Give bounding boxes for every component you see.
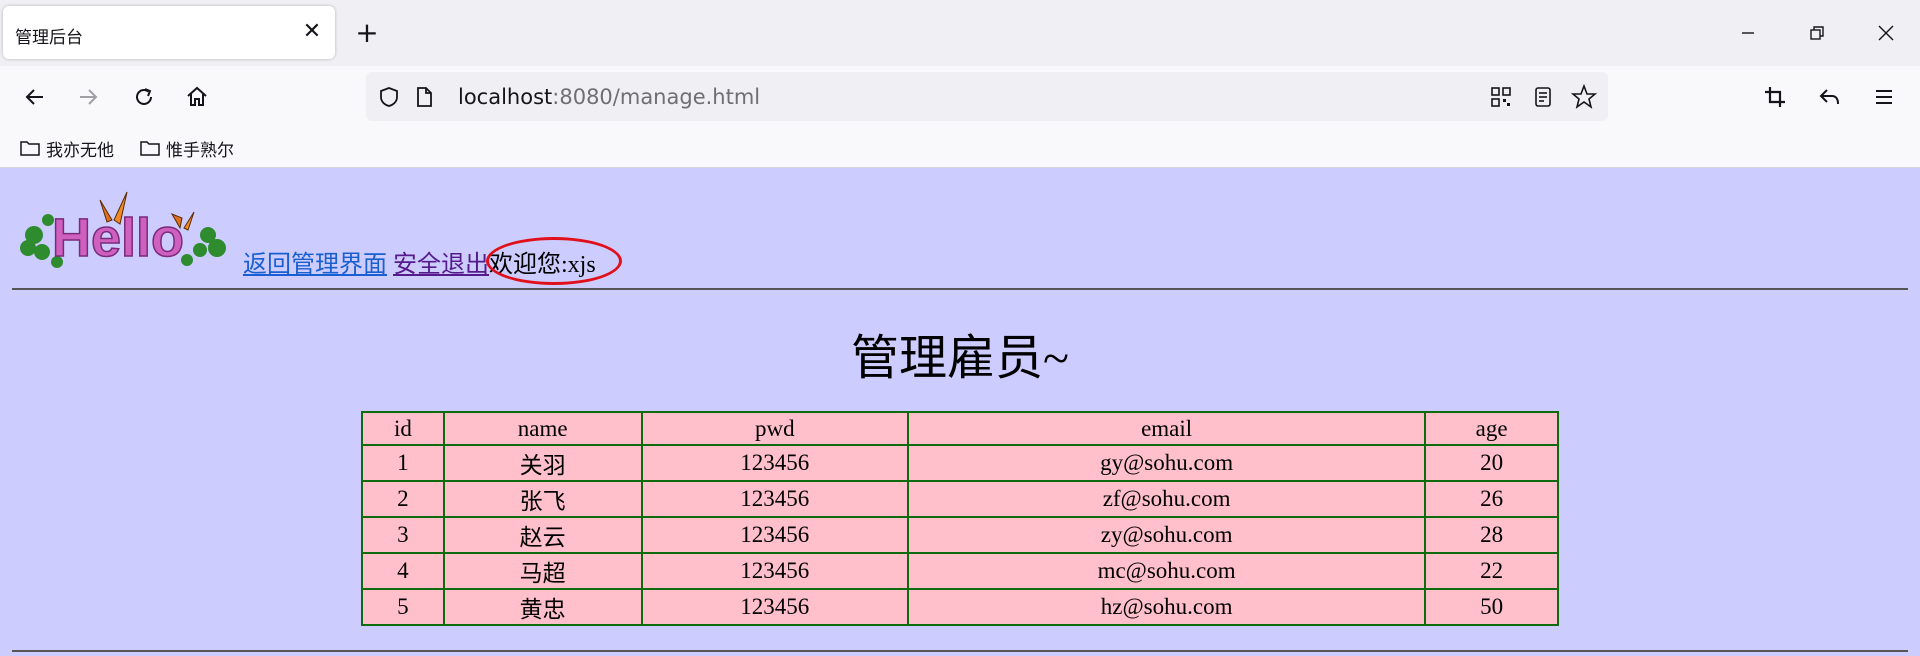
cell-name: 黄忠 <box>442 588 643 626</box>
folder-icon <box>20 141 40 156</box>
highlight-ellipse <box>486 237 622 285</box>
tab-title: 管理后台 <box>15 28 83 48</box>
cell-name: 马超 <box>442 552 643 590</box>
cell-pwd: 123456 <box>640 480 910 518</box>
bookmarks-bar: 我亦无他 惟手熟尔 <box>0 128 1920 168</box>
bookmark-label: 惟手熟尔 <box>166 140 234 161</box>
cell-age: 50 <box>1424 588 1559 626</box>
bookmark-folder-1[interactable]: 我亦无他 <box>20 136 114 161</box>
close-window-icon[interactable] <box>1871 18 1901 48</box>
bookmark-folder-2[interactable]: 惟手熟尔 <box>140 136 234 161</box>
divider <box>12 650 1908 652</box>
folder-icon <box>140 141 160 156</box>
tab-strip: 管理后台 ✕ + <box>0 0 1920 66</box>
reader-view-icon[interactable] <box>1530 84 1556 110</box>
cell-email: hz@sohu.com <box>907 588 1427 626</box>
column-header: pwd <box>640 411 910 446</box>
column-header: age <box>1424 411 1559 446</box>
table-header-row: id name pwd email age <box>361 411 1559 446</box>
cell-age: 26 <box>1424 480 1559 518</box>
column-header: id <box>361 411 445 446</box>
divider <box>12 288 1908 290</box>
cell-email: gy@sohu.com <box>907 444 1427 482</box>
close-tab-icon[interactable]: ✕ <box>299 19 325 45</box>
cell-age: 28 <box>1424 516 1559 554</box>
url-bar[interactable]: localhost:8080/manage.html <box>366 72 1608 121</box>
hello-logo: Hello <box>20 191 226 269</box>
employee-table: id name pwd email age 1 关羽 123456 gy@soh… <box>361 411 1559 626</box>
column-header: name <box>442 411 643 446</box>
table-row: 5 黄忠 123456 hz@sohu.com 50 <box>361 588 1559 626</box>
qr-code-icon[interactable] <box>1488 84 1514 110</box>
cell-pwd: 123456 <box>640 552 910 590</box>
nav-bar: localhost:8080/manage.html <box>0 66 1920 128</box>
cell-email: zy@sohu.com <box>907 516 1427 554</box>
undo-icon[interactable] <box>1813 80 1847 114</box>
cell-email: mc@sohu.com <box>907 552 1427 590</box>
cell-name: 关羽 <box>442 444 643 482</box>
cell-age: 22 <box>1424 552 1559 590</box>
restore-icon[interactable] <box>1802 18 1832 48</box>
back-icon[interactable] <box>18 80 52 114</box>
cell-age: 20 <box>1424 444 1559 482</box>
page-icon[interactable] <box>411 84 437 110</box>
reload-icon[interactable] <box>127 80 161 114</box>
new-tab-icon[interactable]: + <box>352 18 382 48</box>
cell-pwd: 123456 <box>640 588 910 626</box>
table-row: 1 关羽 123456 gy@sohu.com 20 <box>361 444 1559 482</box>
page-content: Hello 返回管理界面 安全退出欢迎您:xjs 管理雇员~ id name p… <box>0 168 1920 656</box>
browser-tab[interactable]: 管理后台 ✕ <box>3 6 335 59</box>
bookmark-label: 我亦无他 <box>46 140 114 161</box>
url-text[interactable]: localhost:8080/manage.html <box>458 85 760 109</box>
cell-name: 张飞 <box>442 480 643 518</box>
table-row: 3 赵云 123456 zy@sohu.com 28 <box>361 516 1559 554</box>
back-to-manage-link[interactable]: 返回管理界面 <box>243 252 387 278</box>
cell-id: 1 <box>361 444 445 482</box>
cell-id: 3 <box>361 516 445 554</box>
cell-email: zf@sohu.com <box>907 480 1427 518</box>
table-row: 4 马超 123456 mc@sohu.com 22 <box>361 552 1559 590</box>
home-icon[interactable] <box>180 80 214 114</box>
cell-name: 赵云 <box>442 516 643 554</box>
shield-icon[interactable] <box>376 84 402 110</box>
cell-pwd: 123456 <box>640 516 910 554</box>
forward-icon[interactable] <box>71 80 105 114</box>
table-row: 2 张飞 123456 zf@sohu.com 26 <box>361 480 1559 518</box>
cell-id: 4 <box>361 552 445 590</box>
cell-id: 2 <box>361 480 445 518</box>
menu-icon[interactable] <box>1867 80 1901 114</box>
cell-id: 5 <box>361 588 445 626</box>
cell-pwd: 123456 <box>640 444 910 482</box>
logout-link[interactable]: 安全退出 <box>393 252 489 278</box>
minimize-icon[interactable] <box>1733 18 1763 48</box>
column-header: email <box>907 411 1427 446</box>
bookmark-star-icon[interactable] <box>1571 84 1597 110</box>
screenshot-icon[interactable] <box>1758 80 1792 114</box>
page-title: 管理雇员~ <box>851 332 1069 385</box>
